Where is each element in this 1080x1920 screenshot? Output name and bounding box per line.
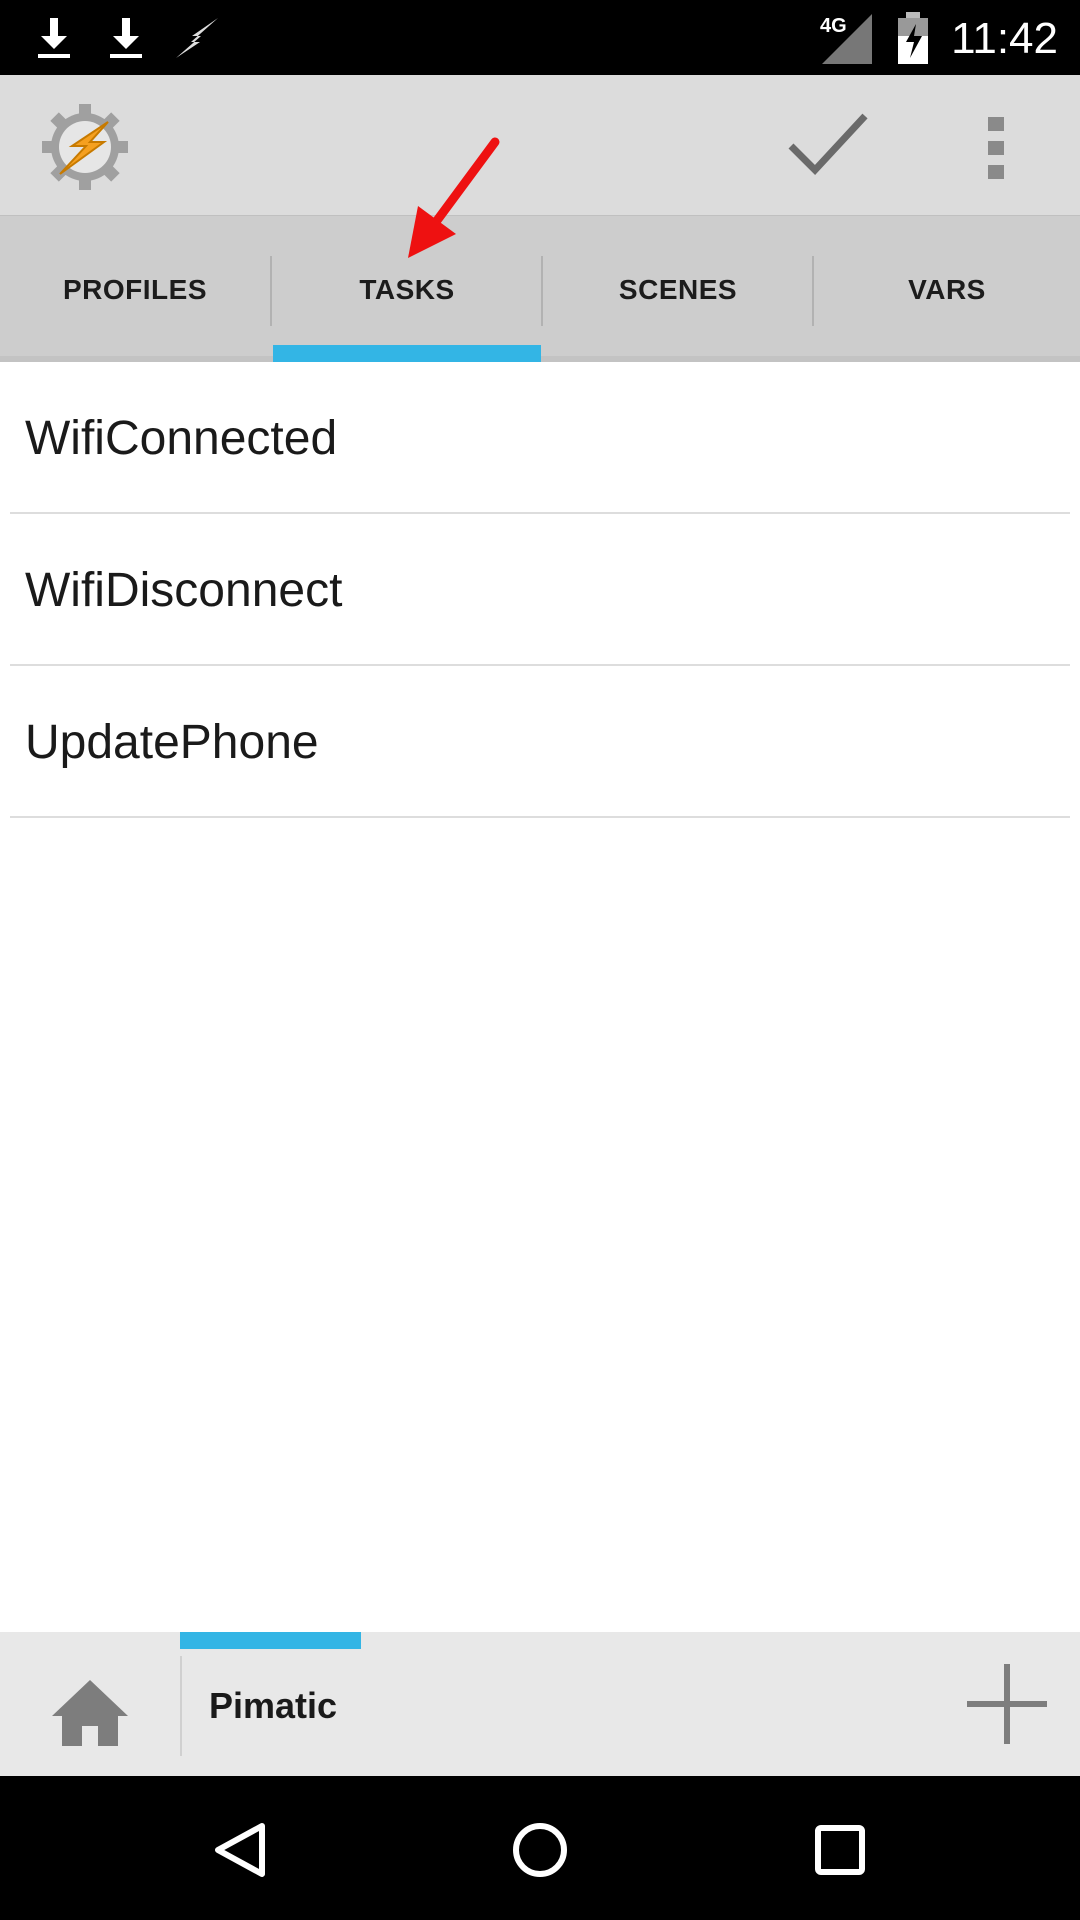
list-item[interactable]: WifiDisconnect [0,514,1080,666]
tasker-gear-bolt-icon[interactable] [38,100,132,194]
action-bar [0,75,1080,215]
battery-charging-icon [896,0,930,75]
tab-scenes[interactable]: SCENES [543,216,813,363]
task-name: WifiConnected [25,411,338,465]
home-icon[interactable] [50,1676,130,1748]
signal-icon: 4G [818,0,874,75]
download-icon [34,0,74,75]
tab-profiles[interactable]: PROFILES [0,216,270,363]
home-circle-icon[interactable] [510,1820,570,1880]
download-icon [106,0,146,75]
project-tab-indicator [180,1632,361,1649]
project-bar: Pimatic [0,1632,1080,1776]
clock: 11:42 [951,14,1058,63]
tab-vars[interactable]: VARS [814,216,1080,363]
list-item[interactable]: UpdatePhone [0,666,1080,818]
flash-icon [174,0,220,75]
task-name: WifiDisconnect [25,563,343,617]
status-bar: 4G 11:42 [0,0,1080,75]
tab-tasks[interactable]: TASKS [272,216,542,363]
task-name: UpdatePhone [25,715,319,769]
project-tab-pimatic[interactable]: Pimatic [209,1676,337,1736]
tab-strip: PROFILES TASKS SCENES VARS [0,215,1080,362]
recents-icon[interactable] [810,1820,870,1880]
network-type-label: 4G [820,15,847,37]
navigation-bar [0,1776,1080,1920]
selected-tab-indicator [273,345,541,362]
plus-icon[interactable] [965,1662,1049,1746]
list-item[interactable]: WifiConnected [0,362,1080,514]
task-list: WifiConnected WifiDisconnect UpdatePhone [0,362,1080,818]
check-icon[interactable] [785,108,870,183]
back-icon[interactable] [210,1820,270,1880]
overflow-menu-icon[interactable] [978,113,1014,183]
project-divider [180,1656,182,1756]
